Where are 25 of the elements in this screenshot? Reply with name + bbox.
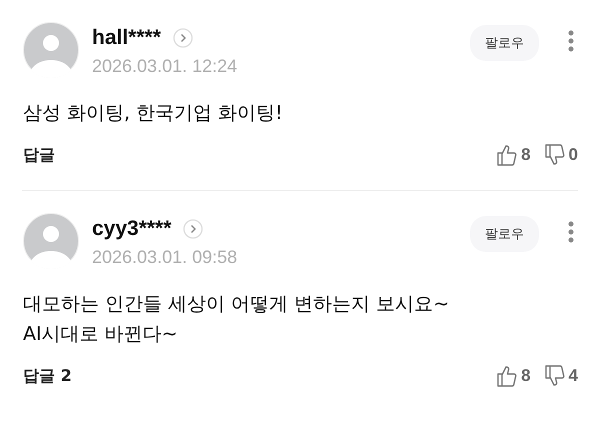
- comment-text: 대모하는 인간들 세상이 어떻게 변하는지 보시요~: [23, 292, 450, 317]
- thumbs-up-icon: [497, 144, 518, 166]
- reply-link[interactable]: 답글 2: [23, 366, 484, 386]
- like-button[interactable]: 8: [497, 365, 531, 387]
- avatar: [23, 213, 79, 269]
- comment-date: 2026.03.01. 09:58: [92, 247, 238, 268]
- chevron-right-icon[interactable]: [172, 28, 193, 48]
- thumbs-up-icon: [497, 365, 518, 387]
- follow-button[interactable]: 팔로우: [470, 216, 539, 252]
- avatar: [23, 22, 79, 78]
- author-name[interactable]: cyy3****: [92, 217, 172, 241]
- dislike-button[interactable]: 0: [544, 144, 578, 166]
- dislike-button[interactable]: 4: [544, 365, 578, 387]
- reply-link[interactable]: 답글: [23, 144, 484, 166]
- follow-button[interactable]: 팔로우: [470, 25, 539, 61]
- chevron-right-icon[interactable]: [183, 219, 204, 239]
- comment-text: AI시대로 바뀐다~: [23, 322, 179, 347]
- thumbs-down-icon: [544, 365, 565, 387]
- like-button[interactable]: 8: [497, 144, 531, 166]
- more-icon[interactable]: [568, 221, 574, 243]
- author-name[interactable]: hall****: [92, 26, 161, 50]
- thumbs-down-icon: [544, 144, 565, 166]
- comment-date: 2026.03.01. 12:24: [92, 56, 238, 77]
- comment-text: 삼성 화이팅, 한국기업 화이팅!: [23, 101, 284, 126]
- more-icon[interactable]: [568, 30, 574, 52]
